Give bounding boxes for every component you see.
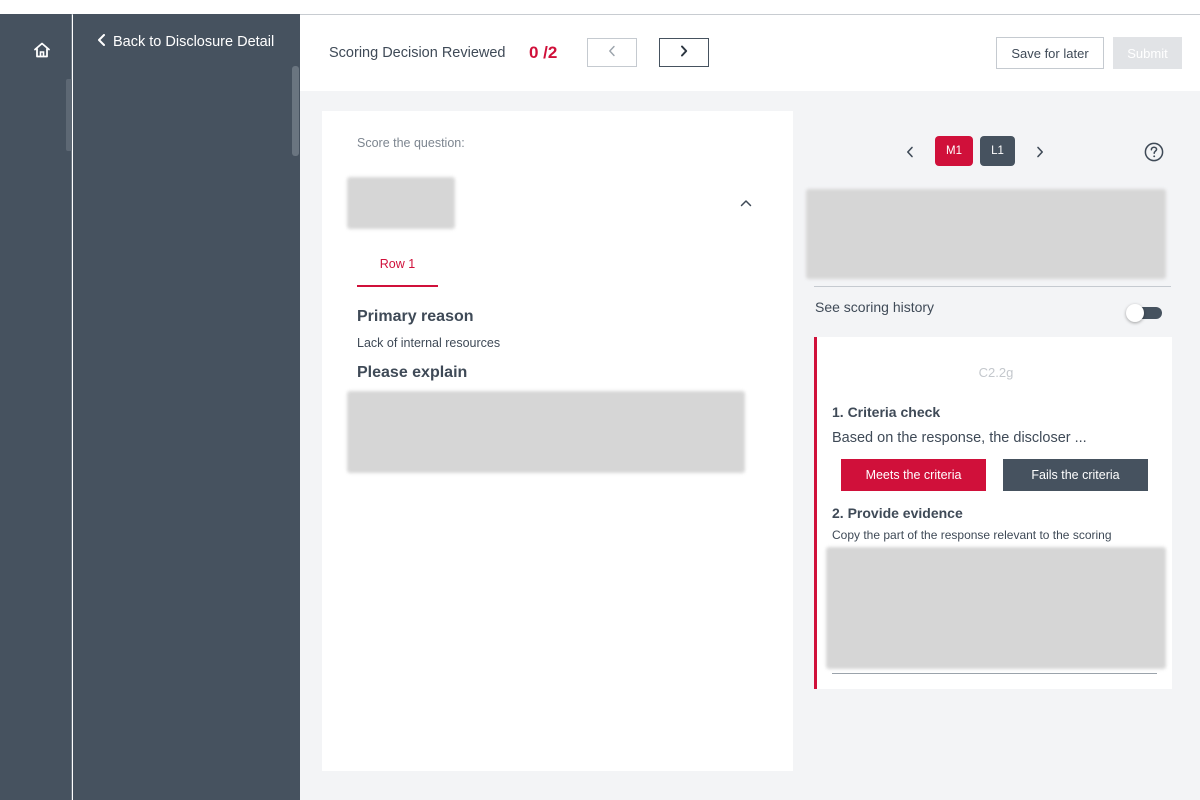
side-panel: Back to Disclosure Detail — [73, 14, 300, 800]
main-area: Scoring Decision Reviewed 0 /2 Save for … — [300, 15, 1200, 800]
review-header: Scoring Decision Reviewed 0 /2 Save for … — [300, 15, 1200, 91]
right-divider — [814, 286, 1171, 287]
criteria-code: C2.2g — [978, 365, 1014, 380]
criteria-card: C2.2g 1. Criteria check Based on the res… — [814, 337, 1172, 689]
provide-evidence-text: Copy the part of the response relevant t… — [832, 528, 1112, 542]
reviewer-tab-m1[interactable]: M1 — [935, 136, 973, 166]
reviewer-tab-l1[interactable]: L1 — [980, 136, 1015, 166]
redacted-score-selector[interactable] — [347, 177, 455, 229]
evidence-underline — [832, 673, 1157, 674]
chevron-right-icon — [680, 44, 688, 62]
criteria-check-heading: 1. Criteria check — [832, 404, 941, 420]
meets-criteria-button[interactable]: Meets the criteria — [841, 459, 986, 491]
help-icon[interactable] — [1143, 141, 1165, 163]
tab-row-1[interactable]: Row 1 — [357, 251, 438, 287]
chevron-left-icon — [608, 44, 616, 62]
chevron-left-icon[interactable] — [900, 142, 920, 162]
chevron-left-icon — [97, 34, 106, 50]
top-border — [0, 0, 1200, 14]
question-card: Score the question: Row 1 Primary reason… — [322, 111, 793, 771]
chevron-right-icon[interactable] — [1030, 142, 1050, 162]
reviewed-count: 0 /2 — [529, 43, 558, 62]
chevron-up-icon[interactable] — [738, 195, 754, 211]
evidence-textarea[interactable] — [826, 547, 1166, 669]
criteria-check-text: Based on the response, the discloser ... — [832, 430, 1087, 446]
rail-scrollbar[interactable] — [66, 79, 72, 151]
primary-reason-heading: Primary reason — [357, 308, 474, 325]
scoring-history-toggle[interactable] — [1126, 304, 1162, 322]
primary-reason-value: Lack of internal resources — [357, 336, 501, 350]
page-title: Scoring Decision Reviewed — [329, 45, 506, 61]
provide-evidence-heading: 2. Provide evidence — [832, 505, 963, 521]
score-question-label: Score the question: — [357, 136, 465, 150]
redacted-response-summary — [806, 189, 1166, 279]
home-icon[interactable] — [32, 40, 52, 60]
previous-button[interactable] — [587, 38, 637, 67]
save-for-later-button[interactable]: Save for later — [996, 37, 1104, 69]
redacted-explanation — [347, 391, 745, 473]
toggle-knob — [1126, 304, 1144, 322]
please-explain-heading: Please explain — [357, 364, 468, 381]
fails-criteria-button[interactable]: Fails the criteria — [1003, 459, 1148, 491]
left-rail — [0, 14, 72, 800]
side-scrollbar[interactable] — [292, 66, 299, 156]
back-to-disclosure-link[interactable]: Back to Disclosure Detail — [97, 34, 274, 50]
back-link-label: Back to Disclosure Detail — [113, 34, 275, 50]
scoring-history-label: See scoring history — [815, 299, 935, 315]
next-button[interactable] — [659, 38, 709, 67]
submit-button[interactable]: Submit — [1113, 37, 1182, 69]
